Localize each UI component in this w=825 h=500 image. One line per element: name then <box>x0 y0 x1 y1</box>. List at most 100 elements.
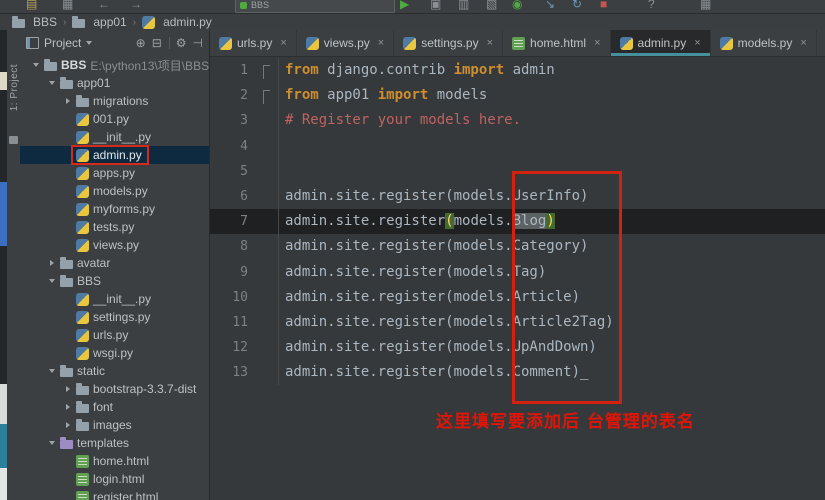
tree-item-images[interactable]: images <box>20 416 209 434</box>
tree-item-BBS[interactable]: BBS E:\python13\项目\BBS <box>20 56 209 74</box>
tree-item-migrations[interactable]: migrations <box>20 92 209 110</box>
line-number[interactable]: 12 <box>210 335 278 360</box>
code-line-9[interactable]: 9 admin.site.register(models.Tag) <box>210 259 825 285</box>
line-number[interactable]: 7 <box>210 209 278 234</box>
code-editor[interactable]: 这里填写要添加后 台管理的表名 1 from django.contrib imp… <box>210 56 825 500</box>
expand-arrow-icon[interactable] <box>46 369 57 373</box>
expand-arrow-icon[interactable] <box>30 63 41 67</box>
tab-urls-py[interactable]: urls.py × <box>210 30 297 56</box>
code-line-5[interactable]: 5 <box>210 158 825 184</box>
line-number[interactable]: 3 <box>210 108 278 133</box>
tree-item-login-html[interactable]: login.html <box>20 470 209 488</box>
code-line-4[interactable]: 4 <box>210 133 825 159</box>
run-icon[interactable]: ▶ <box>400 0 409 12</box>
project-tool-window-button[interactable]: 1: Project <box>7 64 20 111</box>
line-number[interactable]: 13 <box>210 360 278 385</box>
settings-grid-icon[interactable]: ▦ <box>62 0 73 12</box>
code-line-8[interactable]: 8 admin.site.register(models.Category) <box>210 234 825 260</box>
line-number[interactable]: 5 <box>210 159 278 184</box>
tree-item-views-py[interactable]: views.py <box>20 236 209 254</box>
line-number[interactable]: 10 <box>210 285 278 310</box>
profile-icon[interactable]: ▣ <box>430 0 441 12</box>
expand-arrow-icon[interactable] <box>46 279 57 283</box>
line-number[interactable]: 9 <box>210 260 278 285</box>
chevron-down-icon[interactable] <box>86 41 93 45</box>
tab-admin-py[interactable]: admin.py × <box>610 30 711 56</box>
tree-item-admin-py[interactable]: admin.py <box>20 145 209 165</box>
code-line-2[interactable]: 2 from app01 import models <box>210 83 825 109</box>
back-arrow-icon[interactable]: ← <box>98 0 110 12</box>
expand-arrow-icon[interactable] <box>46 81 57 85</box>
expand-arrow-icon[interactable] <box>46 441 57 445</box>
line-number[interactable]: 11 <box>210 310 278 335</box>
close-icon[interactable]: × <box>594 37 600 49</box>
locate-icon[interactable]: ⊕ <box>136 37 146 49</box>
tab-settings-py[interactable]: settings.py × <box>394 30 504 56</box>
tree-item-__init__-py[interactable]: __init__.py <box>20 128 209 146</box>
expand-arrow-icon[interactable] <box>62 404 73 410</box>
tree-item-001-py[interactable]: 001.py <box>20 110 209 128</box>
attach-icon[interactable]: ↘ <box>545 0 555 12</box>
forward-arrow-icon[interactable]: → <box>130 0 142 12</box>
close-icon[interactable]: × <box>694 37 700 49</box>
stop-icon[interactable]: ■ <box>600 0 607 12</box>
open-folder-icon[interactable]: ▤ <box>26 0 37 12</box>
tab-home-html[interactable]: home.html × <box>503 30 611 56</box>
breadcrumb-item-admin-py[interactable]: admin.py <box>142 15 212 29</box>
tree-item-avatar[interactable]: avatar <box>20 254 209 272</box>
tab-models-py[interactable]: models.py × <box>711 30 817 56</box>
tree-item-urls-py[interactable]: urls.py <box>20 326 209 344</box>
rerun-icon[interactable]: ↻ <box>572 0 582 12</box>
tree-item-home-html[interactable]: home.html <box>20 452 209 470</box>
close-icon[interactable]: × <box>378 37 384 49</box>
code-line-6[interactable]: 6 admin.site.register(models.UserInfo) <box>210 183 825 210</box>
project-panel-title[interactable]: Project <box>44 36 81 50</box>
line-number[interactable]: 2 <box>210 83 278 108</box>
close-icon[interactable]: × <box>487 37 493 49</box>
breadcrumb-item-BBS[interactable]: BBS <box>12 15 57 29</box>
debug-bug-icon[interactable]: ◉ <box>512 0 522 12</box>
tree-item-tests-py[interactable]: tests.py <box>20 218 209 236</box>
breadcrumb-item-app01[interactable]: app01 <box>72 15 127 29</box>
code-line-7[interactable]: 7 admin.site.register(models.Blog) <box>210 209 825 235</box>
help-icon[interactable]: ? <box>648 0 655 12</box>
tree-item-apps-py[interactable]: apps.py <box>20 164 209 182</box>
code-line-10[interactable]: 10 admin.site.register(models.Article) <box>210 284 825 310</box>
line-number[interactable]: 8 <box>210 234 278 259</box>
tree-item-bootstrap-3-3-7-dist[interactable]: bootstrap-3.3.7-dist <box>20 380 209 398</box>
tree-item-settings-py[interactable]: settings.py <box>20 308 209 326</box>
code-line-1[interactable]: 1 from django.contrib import admin <box>210 58 825 84</box>
code-line-3[interactable]: 3 # Register your models here. <box>210 108 825 134</box>
close-icon[interactable]: × <box>280 37 286 49</box>
line-number[interactable]: 6 <box>210 184 278 209</box>
structure-icon[interactable]: ▦ <box>700 0 711 12</box>
tree-item-models-py[interactable]: models.py <box>20 182 209 200</box>
expand-arrow-icon[interactable] <box>46 260 57 266</box>
expand-arrow-icon[interactable] <box>62 98 73 104</box>
tree-item-static[interactable]: static <box>20 362 209 380</box>
code-line-13[interactable]: 13 admin.site.register(models.Comment)_ <box>210 360 825 386</box>
concurrency-icon[interactable]: ▧ <box>486 0 497 12</box>
expand-arrow-icon[interactable] <box>62 386 73 392</box>
tree-item-templates[interactable]: templates <box>20 434 209 452</box>
code-line-12[interactable]: 12 admin.site.register(models.UpAndDown) <box>210 335 825 361</box>
tree-item-wsgi-py[interactable]: wsgi.py <box>20 344 209 362</box>
expand-arrow-icon[interactable] <box>62 422 73 428</box>
collapse-all-icon[interactable]: ⊟ <box>152 37 162 49</box>
coverage-icon[interactable]: ▥ <box>458 0 469 12</box>
tree-item-myforms-py[interactable]: myforms.py <box>20 200 209 218</box>
gear-icon[interactable]: ⚙ <box>176 37 187 49</box>
run-configuration-select[interactable]: BBS <box>235 0 395 13</box>
tree-item-register-html[interactable]: register.html <box>20 488 209 500</box>
tree-item-BBS[interactable]: BBS <box>20 272 209 290</box>
tree-item-__init__-py[interactable]: __init__.py <box>20 290 209 308</box>
line-number[interactable]: 1 <box>210 58 278 83</box>
tree-item-app01[interactable]: app01 <box>20 74 209 92</box>
hide-panel-icon[interactable]: ⊣ <box>193 37 203 49</box>
fold-marker-icon[interactable] <box>263 65 270 79</box>
line-number[interactable]: 4 <box>210 134 278 159</box>
fold-marker-icon[interactable] <box>263 90 270 105</box>
tab-views-py[interactable]: views.py × <box>297 30 395 56</box>
close-icon[interactable]: × <box>800 37 806 49</box>
code-line-11[interactable]: 11 admin.site.register(models.Article2Tag… <box>210 309 825 336</box>
